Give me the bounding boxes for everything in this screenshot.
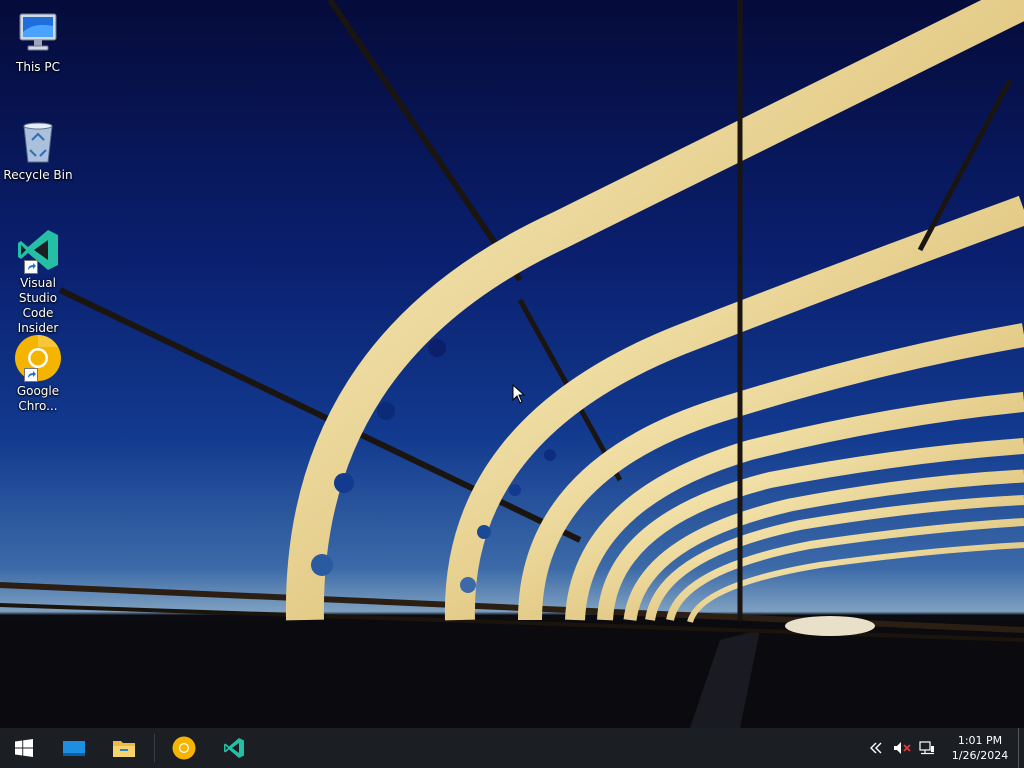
this-pc-icon [14, 10, 62, 58]
desktop-icon-label: Visual Studio Code Insider [17, 276, 59, 335]
taskbar-vscode-insiders[interactable] [210, 728, 258, 768]
clock-time: 1:01 PM [957, 734, 1003, 747]
start-icon [15, 739, 33, 757]
desktop-icon-chrome-canary[interactable]: Google Chro... [2, 334, 74, 414]
taskbar: 1:01 PM 1/26/2024 [0, 728, 1024, 768]
network-icon [919, 741, 934, 755]
chrome-canary-icon [14, 334, 62, 382]
desktop-icon-label: Recycle Bin [3, 168, 73, 182]
taskbar-clock[interactable]: 1:01 PM 1/26/2024 [944, 733, 1016, 763]
volume-muted-icon [894, 742, 911, 754]
shortcut-arrow-icon [24, 260, 38, 274]
desktop-icon-this-pc[interactable]: This PC [2, 10, 74, 75]
desktop-icon-label: Google Chro... [16, 384, 60, 413]
start-button[interactable] [0, 728, 48, 768]
volume-button[interactable] [890, 728, 914, 768]
shortcut-arrow-icon [24, 368, 38, 382]
task-view-button[interactable] [50, 728, 98, 768]
chrome-canary-icon [172, 736, 196, 760]
taskbar-separator [154, 734, 155, 762]
network-button[interactable] [916, 728, 938, 768]
desktop-icon-recycle-bin[interactable]: Recycle Bin [2, 118, 74, 183]
taskbar-chrome-canary[interactable] [160, 728, 208, 768]
clock-date: 1/26/2024 [951, 749, 1009, 762]
desktop-icon-vscode-insiders[interactable]: Visual Studio Code Insider [2, 226, 74, 336]
task-view-icon [63, 741, 85, 756]
recycle-bin-icon [14, 118, 62, 166]
show-hidden-icons-button[interactable] [864, 728, 886, 768]
vscode-insiders-icon [224, 738, 244, 758]
mouse-cursor-icon [512, 384, 526, 404]
file-explorer-button[interactable] [100, 728, 148, 768]
vscode-insiders-icon [14, 226, 62, 274]
desktop-icon-label: This PC [16, 60, 60, 74]
show-hidden-icons-chevron [870, 742, 882, 754]
bridge-wallpaper [0, 0, 1024, 728]
desktop[interactable]: This PC Recycle Bin Visual Studio Code I… [0, 0, 1024, 728]
show-desktop-button[interactable] [1018, 728, 1024, 768]
file-explorer-icon [113, 741, 135, 757]
